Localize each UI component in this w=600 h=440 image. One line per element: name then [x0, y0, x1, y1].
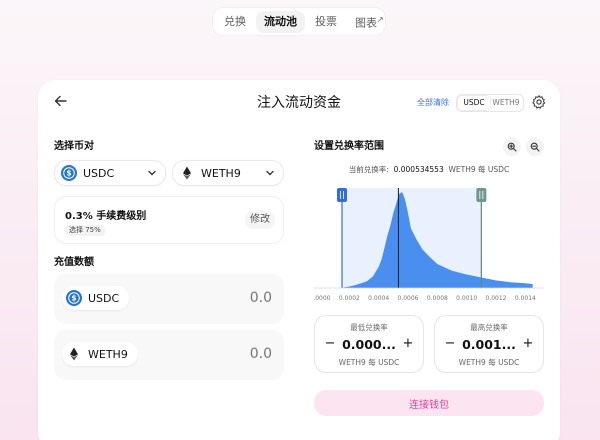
svg-text:$: $: [71, 294, 76, 303]
external-link-icon: ↗: [377, 14, 384, 24]
token-b-name: WETH9: [201, 166, 241, 180]
chevron-down-icon: [148, 170, 156, 176]
min-range-handle[interactable]: [337, 188, 347, 202]
usdc-icon: $: [61, 165, 77, 181]
liquidity-chart: 0.0000 0.0002 0.0004 0.0006 0.0008 0.0010 0.00…: [314, 188, 544, 302]
nav-pool[interactable]: 流动池: [256, 10, 305, 33]
current-price-label: 当前兑换率:: [348, 165, 389, 174]
x-tick-label: 0.0002: [339, 295, 360, 302]
zoom-out-button[interactable]: [526, 138, 544, 156]
deposit-usdc-box: $ USDC: [54, 274, 284, 324]
zoom-in-icon: [507, 142, 517, 152]
toggle-weth9[interactable]: WETH9: [490, 96, 522, 110]
current-price: 当前兑换率: 0.000534553 WETH9 每 USDC: [314, 165, 544, 175]
min-price-label: 最低兑换率: [350, 323, 388, 332]
add-liquidity-card: 注入流动资金 全部清除 USDC WETH9 选择币对 $ USDC WETH9…: [38, 80, 560, 440]
nav-vote[interactable]: 投票: [307, 11, 345, 33]
select-pair-label: 选择币对: [54, 141, 94, 152]
min-price-unit: WETH9 每 USDC: [338, 358, 400, 367]
chevron-down-icon: [266, 170, 274, 176]
x-tick-label: 0.0010: [456, 295, 477, 302]
zoom-in-button[interactable]: [503, 138, 521, 156]
nav-swap-label: 兑换: [224, 14, 246, 28]
max-range-handle[interactable]: [476, 188, 487, 202]
fee-tier-box: 0.3% 手续费级别 选择 75% 修改: [54, 196, 284, 244]
nav-vote-label: 投票: [315, 14, 337, 28]
deposit-usdc-token[interactable]: $ USDC: [62, 286, 130, 310]
nav-swap[interactable]: 兑换: [216, 11, 254, 33]
toggle-usdc[interactable]: USDC: [458, 96, 490, 110]
fee-select-badge: 选择 75%: [65, 225, 105, 236]
zoom-out-icon: [530, 142, 540, 152]
price-token-toggle: USDC WETH9: [456, 94, 524, 112]
fee-tier-title: 0.3% 手续费级别: [65, 211, 147, 222]
connect-wallet-button[interactable]: 连接钱包: [314, 390, 544, 416]
nav-pool-label: 流动池: [264, 14, 297, 28]
svg-text:$: $: [66, 169, 71, 178]
x-tick-label: 0.0012: [486, 295, 507, 302]
max-price-label: 最高兑换率: [470, 323, 508, 332]
clear-all-link[interactable]: 全部清除: [417, 98, 449, 108]
usdc-icon: $: [66, 290, 82, 306]
deposit-weth9-input[interactable]: [182, 343, 272, 365]
token-b-select[interactable]: WETH9: [172, 160, 284, 186]
nav-charts[interactable]: 图表↗: [347, 9, 392, 35]
current-price-unit: WETH9 每 USDC: [448, 165, 510, 174]
fee-edit-button[interactable]: 修改: [245, 211, 275, 229]
token-a-select[interactable]: $ USDC: [54, 160, 166, 186]
gear-icon: [532, 95, 546, 109]
x-tick-label: 0.0014: [515, 295, 536, 302]
deposit-usdc-input[interactable]: [182, 287, 272, 309]
max-price-increment[interactable]: +: [519, 335, 537, 353]
deposit-weth9-box: WETH9: [54, 330, 284, 380]
settings-button[interactable]: [531, 94, 547, 110]
deposit-weth9-token[interactable]: WETH9: [62, 342, 138, 366]
max-price-value[interactable]: 0.001...: [459, 336, 519, 354]
top-nav: 兑换 流动池 投票 图表↗: [213, 8, 385, 35]
deposit-weth9-name: WETH9: [88, 347, 128, 361]
nav-charts-label: 图表: [355, 16, 377, 30]
x-tick-label: 0.0006: [398, 295, 419, 302]
x-tick-label: 0.0004: [368, 295, 389, 302]
deposit-amount-label: 充值数额: [54, 257, 94, 268]
min-price-decrement[interactable]: −: [321, 335, 339, 353]
eth-icon: [70, 347, 78, 361]
x-tick-label: 0.0008: [427, 295, 448, 302]
price-range-label: 设置兑换率范围: [314, 141, 384, 152]
token-a-name: USDC: [83, 166, 115, 180]
min-price-value[interactable]: 0.000...: [339, 336, 399, 354]
current-price-value: 0.000534553: [393, 165, 444, 174]
deposit-usdc-name: USDC: [88, 291, 120, 305]
max-price-unit: WETH9 每 USDC: [458, 358, 520, 367]
eth-icon: [183, 166, 191, 180]
min-price-increment[interactable]: +: [399, 335, 417, 353]
max-price-box: 最高兑换率 − 0.001... + WETH9 每 USDC: [434, 315, 544, 373]
min-price-box: 最低兑换率 − 0.000... + WETH9 每 USDC: [314, 315, 424, 373]
max-price-decrement[interactable]: −: [441, 335, 459, 353]
x-tick-label: 0.0000: [314, 295, 331, 302]
